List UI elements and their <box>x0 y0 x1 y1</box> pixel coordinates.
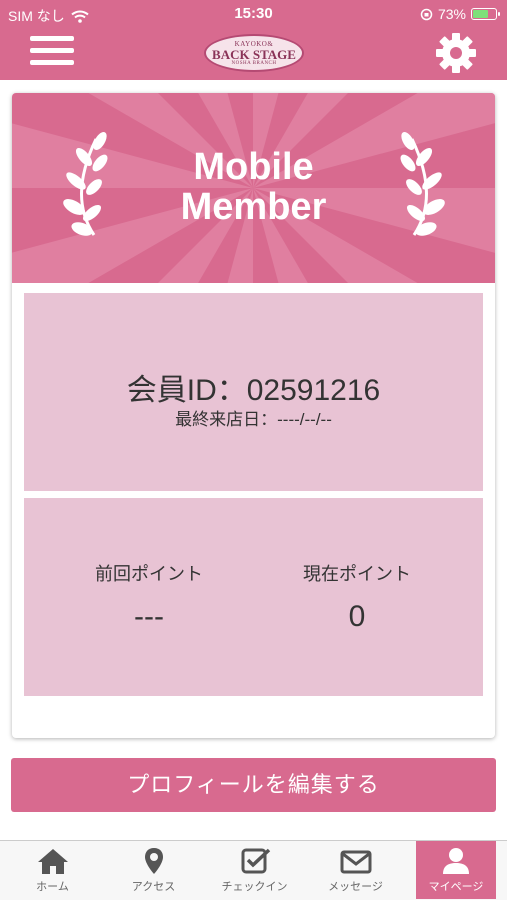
logo-main-text: BACK STAGE <box>212 47 296 62</box>
member-banner: Mobile Member <box>12 93 495 283</box>
previous-points-label: 前回ポイント <box>95 564 203 584</box>
status-bar: SIM なし 15:30 73% <box>0 0 507 28</box>
battery-percent: 73% <box>437 6 466 22</box>
tab-home[interactable]: ホーム <box>2 841 103 899</box>
current-points-label: 現在ポイント <box>303 564 411 584</box>
tab-mypage[interactable]: マイページ <box>416 841 496 899</box>
current-points-value: 0 <box>348 600 366 633</box>
tab-access[interactable]: アクセス <box>103 841 204 899</box>
previous-points-value: --- <box>134 600 164 633</box>
map-pin-icon <box>144 848 163 874</box>
current-points: 現在ポイント 0 <box>242 560 472 634</box>
points-panel: 前回ポイント --- 現在ポイント 0 <box>24 498 483 696</box>
tab-messages[interactable]: メッセージ <box>305 841 406 899</box>
app-header: KAYOKO& BACK STAGE NOSHA BRANCH <box>0 28 507 80</box>
gear-icon <box>436 33 476 73</box>
tab-checkin[interactable]: チェックイン <box>204 841 305 899</box>
logo-sub-text: NOSHA BRANCH <box>231 61 277 66</box>
edit-profile-button[interactable]: プロフィールを編集する <box>11 758 496 812</box>
menu-button[interactable] <box>30 36 74 72</box>
member-id-panel: 会員ID：02591216 最終来店日：----/--/-- <box>24 293 483 491</box>
hamburger-icon <box>30 36 74 41</box>
member-id: 会員ID：02591216 <box>126 374 381 407</box>
battery-icon <box>471 8 500 20</box>
home-icon <box>37 849 68 874</box>
last-visit-date: 最終来店日：----/--/-- <box>175 410 332 429</box>
bottom-tab-bar: ホーム アクセス チェックイン メッセージ マイページ <box>0 840 507 900</box>
envelope-icon <box>340 850 371 874</box>
user-icon <box>443 848 469 874</box>
checkbox-icon <box>241 848 270 874</box>
orientation-lock-icon <box>420 8 433 20</box>
brand-logo: KAYOKO& BACK STAGE NOSHA BRANCH <box>204 34 304 72</box>
settings-button[interactable] <box>433 30 479 76</box>
member-card: Mobile Member 会員ID：02591216 最終来店日：----/-… <box>12 93 495 738</box>
previous-points: 前回ポイント --- <box>34 560 264 634</box>
laurel-right-icon <box>400 131 445 236</box>
